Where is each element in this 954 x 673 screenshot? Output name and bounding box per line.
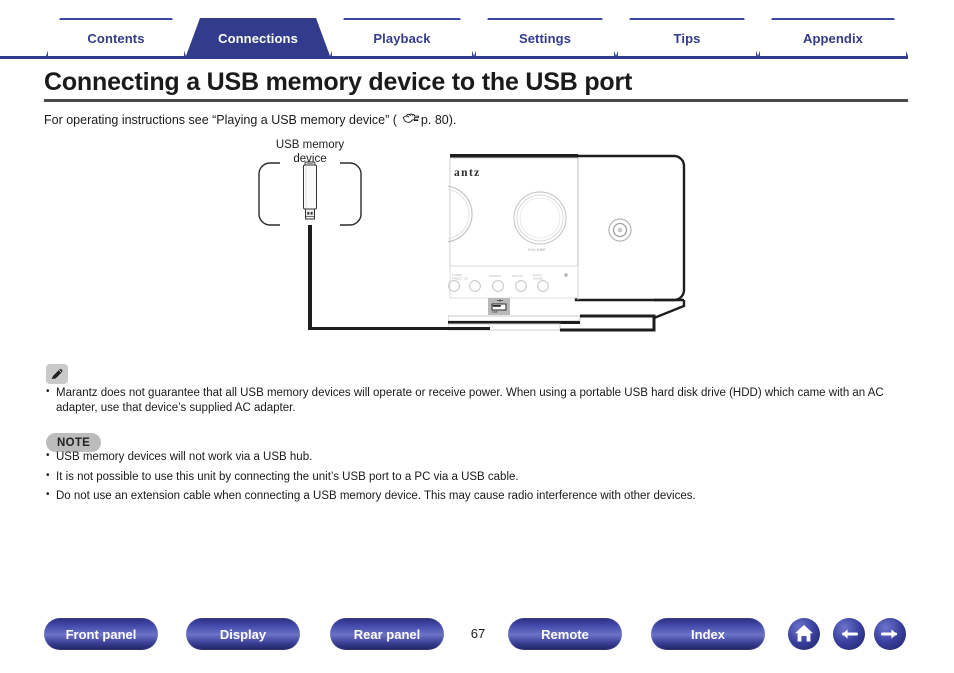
tab-label: Contents xyxy=(87,30,145,46)
arrow-right-icon[interactable] xyxy=(874,618,906,650)
svg-text:SOURCE: SOURCE xyxy=(489,274,501,278)
page-subtitle: For operating instructions see “Playing … xyxy=(44,112,456,127)
note-bullet: It is not possible to use this unit by c… xyxy=(46,469,912,485)
tip-pencil-icon xyxy=(46,364,68,384)
tab-settings[interactable]: Settings xyxy=(474,18,616,56)
arrow-left-icon[interactable] xyxy=(833,618,865,650)
home-icon[interactable] xyxy=(788,618,820,650)
tab-appendix[interactable]: Appendix xyxy=(758,18,908,56)
connection-diagram: USB memory device antz VOLUME TUNER PRES… xyxy=(0,130,954,345)
footer-nav: 67 Front panel Display Rear panel Remote Ind… xyxy=(0,613,954,673)
svg-text:USB: USB xyxy=(492,310,498,314)
tab-bar: Contents Connections Playback Settings Tips A… xyxy=(0,18,954,58)
manual-page: Contents Connections Playback Settings Tips A… xyxy=(0,0,954,673)
note-bullet: USB memory devices will not work via a U… xyxy=(46,449,912,465)
footer-button-label: Rear panel xyxy=(353,626,421,642)
footer-button-label: Index xyxy=(691,626,725,642)
tab-playback[interactable]: Playback xyxy=(330,18,474,56)
pointing-hand-icon xyxy=(402,112,420,127)
tab-label: Connections xyxy=(218,30,298,46)
footer-button-label: Front panel xyxy=(65,626,137,642)
tab-label: Playback xyxy=(373,30,431,46)
page-number: 67 xyxy=(470,626,486,641)
volume-knob-label: VOLUME xyxy=(528,248,546,252)
tab-label: Tips xyxy=(673,30,701,46)
tab-contents[interactable]: Contents xyxy=(46,18,186,56)
footer-button-rear-panel[interactable]: Rear panel xyxy=(330,618,444,650)
tip-bullet-list: Marantz does not guarantee that all USB … xyxy=(46,385,912,420)
footer-button-display[interactable]: Display xyxy=(186,618,300,650)
receiver-brand-label: antz xyxy=(454,167,481,179)
subtitle-text-after: p. 80). xyxy=(420,112,457,127)
title-divider xyxy=(44,99,908,102)
footer-button-label: Remote xyxy=(541,626,589,642)
footer-button-index[interactable]: Index xyxy=(651,618,765,650)
usb-flash-drive-illustration xyxy=(303,161,317,220)
usb-cable-horizontal xyxy=(308,326,490,330)
page-title: Connecting a USB memory device to the US… xyxy=(44,68,633,96)
note-bullet-list: USB memory devices will not work via a U… xyxy=(46,449,912,509)
footer-button-front-panel[interactable]: Front panel xyxy=(44,618,158,650)
tab-bar-underline xyxy=(0,56,908,59)
svg-text:STATUS: STATUS xyxy=(512,274,523,278)
tab-connections[interactable]: Connections xyxy=(186,18,330,56)
tab-label: Appendix xyxy=(802,30,864,46)
tab-tips[interactable]: Tips xyxy=(616,18,758,56)
svg-text:PRESET CH: PRESET CH xyxy=(452,277,468,281)
subtitle-text-before: For operating instructions see “Playing … xyxy=(44,112,397,127)
svg-text:SOUND: SOUND xyxy=(533,277,543,281)
footer-button-label: Display xyxy=(219,626,267,642)
tab-label: Settings xyxy=(518,30,572,46)
tip-bullet: Marantz does not guarantee that all USB … xyxy=(46,385,912,415)
note-bullet: Do not use an extension cable when conne… xyxy=(46,488,912,504)
footer-button-remote[interactable]: Remote xyxy=(508,618,622,650)
usb-cable-vertical xyxy=(308,225,312,330)
usb-label-line1: USB memory xyxy=(275,139,345,151)
av-receiver-illustration: antz VOLUME TUNER PRESET CH SOURCE STATU… xyxy=(448,154,686,332)
